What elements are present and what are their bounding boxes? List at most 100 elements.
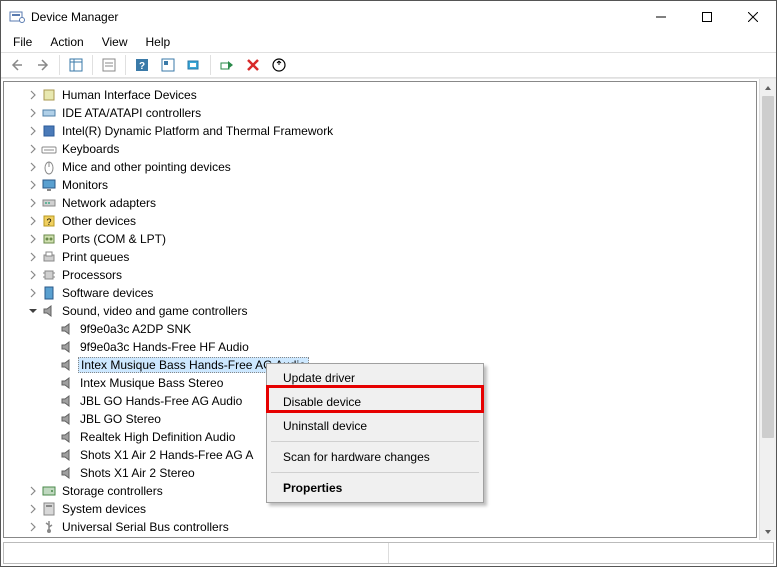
chevron-down-icon[interactable] [26, 304, 40, 318]
show-tree-button[interactable] [64, 54, 88, 76]
context-menu-item[interactable]: Update driver [269, 366, 481, 390]
properties-button[interactable] [97, 54, 121, 76]
chevron-right-icon[interactable] [26, 484, 40, 498]
tree-node[interactable]: Mice and other pointing devices [8, 158, 756, 176]
chevron-right-icon[interactable] [26, 502, 40, 516]
tree-node[interactable]: Software devices [8, 284, 756, 302]
chevron-right-icon[interactable] [26, 178, 40, 192]
net-icon [41, 195, 57, 211]
speaker-icon [59, 321, 75, 337]
speaker-icon [59, 429, 75, 445]
speaker-icon [59, 375, 75, 391]
soft-icon [41, 285, 57, 301]
tree-node-label: Software devices [60, 286, 155, 300]
tree-node[interactable]: ?Other devices [8, 212, 756, 230]
context-menu-separator [271, 472, 479, 473]
chevron-right-icon[interactable] [26, 232, 40, 246]
tree-node-label: Realtek High Definition Audio [78, 430, 237, 444]
speaker-icon [59, 447, 75, 463]
context-menu-separator [271, 441, 479, 442]
tree-node-label: JBL GO Hands-Free AG Audio [78, 394, 244, 408]
tree-node-label: System devices [60, 502, 148, 516]
tree-node[interactable]: 9f9e0a3c Hands-Free HF Audio [8, 338, 756, 356]
device-manager-window: Device Manager File Action View Help ? H… [0, 0, 777, 567]
speaker-icon [59, 393, 75, 409]
tree-node[interactable]: Monitors [8, 176, 756, 194]
chevron-right-icon[interactable] [26, 520, 40, 534]
context-menu-item[interactable]: Properties [269, 476, 481, 500]
tree-node[interactable]: Ports (COM & LPT) [8, 230, 756, 248]
chevron-right-icon[interactable] [26, 286, 40, 300]
menu-file[interactable]: File [5, 33, 40, 51]
content-area: Human Interface Devices IDE ATA/ATAPI con… [1, 78, 776, 540]
forward-button[interactable] [31, 54, 55, 76]
tree-node-label: Keyboards [60, 142, 121, 156]
usb-icon [41, 519, 57, 535]
tree-node-label: Shots X1 Air 2 Stereo [78, 466, 197, 480]
hid-icon [41, 87, 57, 103]
menu-action[interactable]: Action [42, 33, 91, 51]
speaker-icon [59, 465, 75, 481]
intel-icon [41, 123, 57, 139]
tree-node-label: Sound, video and game controllers [60, 304, 249, 318]
chevron-right-icon[interactable] [26, 268, 40, 282]
tree-node-label: Shots X1 Air 2 Hands-Free AG A [78, 448, 255, 462]
scan-hardware-button[interactable] [182, 54, 206, 76]
action-button[interactable] [156, 54, 180, 76]
help-button[interactable]: ? [130, 54, 154, 76]
tree-node[interactable]: Human Interface Devices [8, 86, 756, 104]
speaker-icon [59, 411, 75, 427]
statusbar [3, 542, 774, 564]
tree-node-label: Mice and other pointing devices [60, 160, 233, 174]
context-menu-item[interactable]: Scan for hardware changes [269, 445, 481, 469]
tree-node-label: Universal Serial Bus controllers [60, 520, 231, 534]
tree-node-label: JBL GO Stereo [78, 412, 163, 426]
tree-node-label: 9f9e0a3c A2DP SNK [78, 322, 193, 336]
tree-node[interactable]: IDE ATA/ATAPI controllers [8, 104, 756, 122]
enable-button[interactable] [215, 54, 239, 76]
back-button[interactable] [5, 54, 29, 76]
uninstall-button[interactable] [241, 54, 265, 76]
context-menu-item[interactable]: Uninstall device [269, 414, 481, 438]
app-icon [9, 9, 25, 25]
chevron-right-icon[interactable] [26, 196, 40, 210]
chevron-right-icon[interactable] [26, 88, 40, 102]
chevron-right-icon[interactable] [26, 160, 40, 174]
vertical-scrollbar[interactable] [759, 79, 776, 540]
maximize-button[interactable] [684, 1, 730, 32]
other-icon: ? [41, 213, 57, 229]
tree-node[interactable]: 9f9e0a3c A2DP SNK [8, 320, 756, 338]
close-button[interactable] [730, 1, 776, 32]
tree-node[interactable]: Universal Serial Bus controllers [8, 518, 756, 536]
port-icon [41, 231, 57, 247]
tree-node[interactable]: Keyboards [8, 140, 756, 158]
menu-view[interactable]: View [94, 33, 136, 51]
minimize-button[interactable] [638, 1, 684, 32]
sound-icon [41, 303, 57, 319]
ide-icon [41, 105, 57, 121]
tree-node[interactable]: Network adapters [8, 194, 756, 212]
chevron-right-icon[interactable] [26, 214, 40, 228]
window-title: Device Manager [31, 10, 118, 24]
chevron-right-icon[interactable] [26, 124, 40, 138]
titlebar: Device Manager [1, 1, 776, 32]
sys-icon [41, 501, 57, 517]
update-driver-button[interactable] [267, 54, 291, 76]
tree-node-label: Intel(R) Dynamic Platform and Thermal Fr… [60, 124, 335, 138]
tree-node-label: Human Interface Devices [60, 88, 199, 102]
chevron-right-icon[interactable] [26, 142, 40, 156]
scrollbar-thumb[interactable] [762, 96, 774, 438]
mon-icon [41, 177, 57, 193]
scroll-up-button[interactable] [760, 79, 776, 96]
scroll-down-button[interactable] [760, 523, 776, 540]
tree-node[interactable]: Intel(R) Dynamic Platform and Thermal Fr… [8, 122, 756, 140]
menu-help[interactable]: Help [138, 33, 179, 51]
tree-node[interactable]: Print queues [8, 248, 756, 266]
tree-node[interactable]: Processors [8, 266, 756, 284]
tree-node[interactable]: Sound, video and game controllers [8, 302, 756, 320]
chevron-right-icon[interactable] [26, 106, 40, 120]
context-menu: Update driverDisable deviceUninstall dev… [266, 363, 484, 503]
svg-text:?: ? [139, 61, 145, 72]
context-menu-item[interactable]: Disable device [269, 390, 481, 414]
chevron-right-icon[interactable] [26, 250, 40, 264]
